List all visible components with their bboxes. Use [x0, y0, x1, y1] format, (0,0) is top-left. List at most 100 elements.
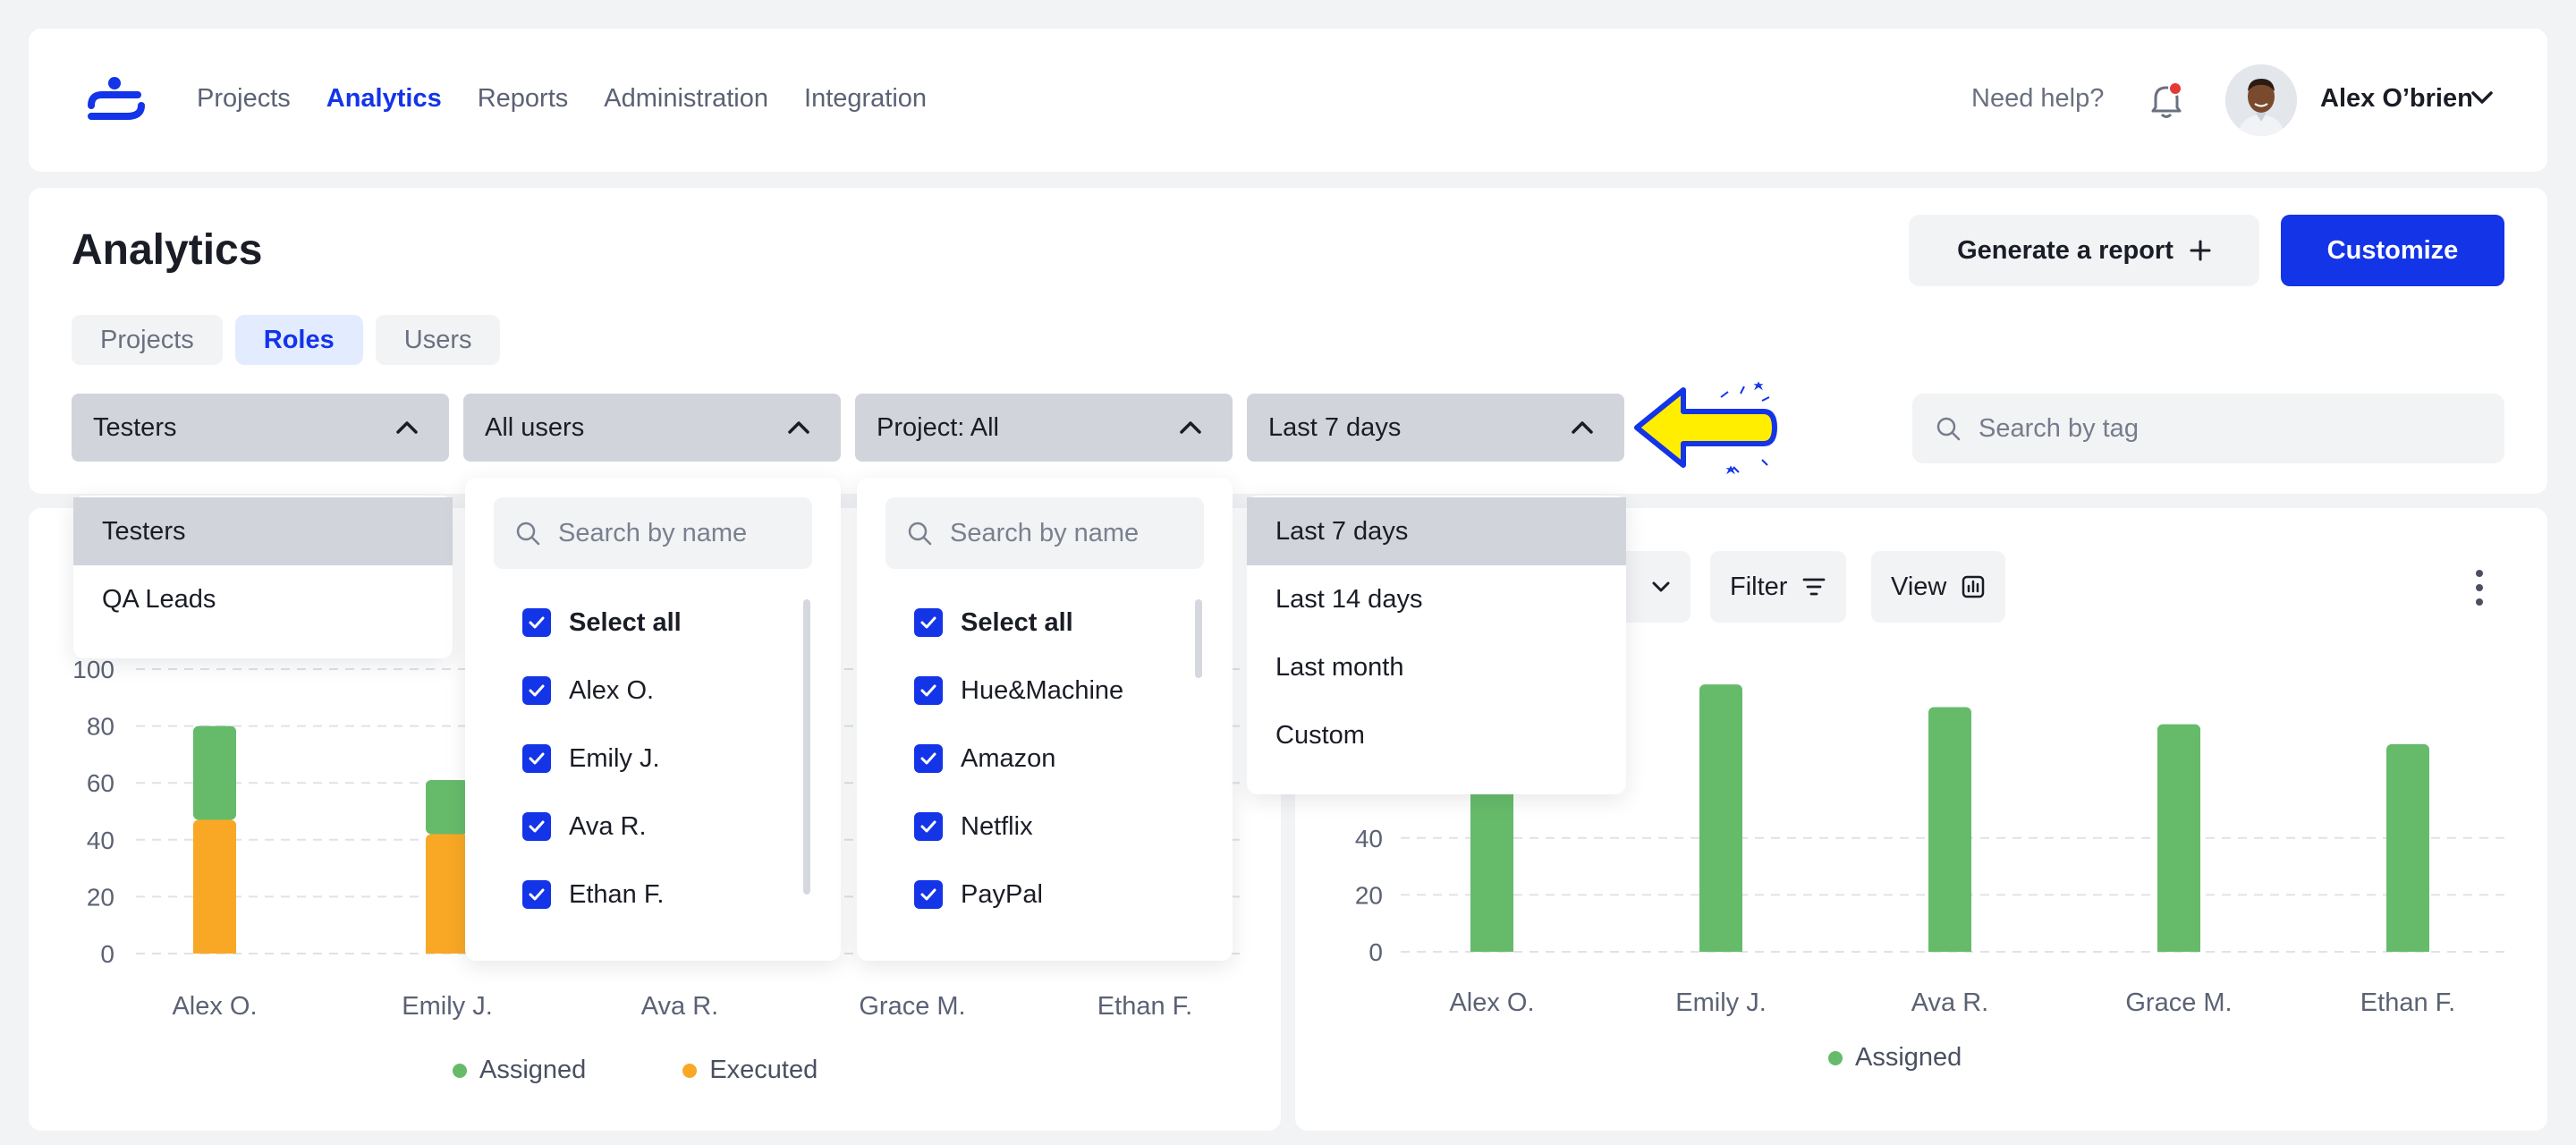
projects-scrollbar[interactable] [1195, 599, 1202, 678]
users-option[interactable]: Ethan F. [465, 861, 841, 929]
option-label: Alex O. [569, 675, 655, 705]
generate-report-button[interactable]: Generate a report [1909, 215, 2259, 286]
bar-base [2157, 945, 2200, 952]
checkbox-checked-icon[interactable] [914, 676, 943, 705]
role-option-qa-leads[interactable]: QA Leads [73, 565, 453, 633]
users-search-input[interactable]: Search by name [494, 497, 812, 569]
user-name[interactable]: Alex O’brien [2320, 84, 2473, 114]
tab-users[interactable]: Users [375, 315, 501, 365]
pointer-arrow-icon [1634, 381, 1777, 475]
option-label: Emily J. [569, 743, 660, 773]
bar-executed [426, 834, 469, 954]
bar-assigned [2157, 724, 2200, 952]
bar-base [2386, 945, 2429, 952]
search-by-tag-placeholder: Search by tag [1979, 413, 2139, 443]
app-logo-icon[interactable] [86, 75, 148, 123]
nav-integration[interactable]: Integration [804, 84, 927, 114]
y-tick-label: 20 [87, 883, 114, 911]
x-tick-label: Ethan F. [2360, 988, 2455, 1017]
executed-legend-dot [682, 1063, 698, 1078]
users-dropdown-menu: Search by name Select all Alex O. Emily … [465, 478, 841, 961]
option-label: Ava R. [569, 811, 647, 841]
x-tick-label: Ethan F. [1097, 992, 1192, 1021]
y-tick-label: 100 [72, 656, 114, 683]
x-tick-label: Emily J. [402, 992, 493, 1021]
project-filter-value: Project: All [877, 412, 999, 442]
nav-administration[interactable]: Administration [604, 84, 768, 114]
generate-report-label: Generate a report [1957, 235, 2174, 265]
checkbox-checked-icon[interactable] [522, 880, 551, 909]
projects-option[interactable]: PayPal [857, 861, 1233, 929]
nav-analytics[interactable]: Analytics [326, 84, 442, 114]
chevron-up-icon [396, 421, 418, 434]
users-filter-value: All users [485, 412, 585, 442]
legend-assigned: Assigned [479, 1056, 587, 1084]
y-tick-label: 60 [87, 769, 114, 797]
users-option[interactable]: Emily J. [465, 725, 841, 793]
customize-button[interactable]: Customize [2281, 215, 2504, 286]
checkbox-checked-icon[interactable] [522, 608, 551, 637]
projects-select-all[interactable]: Select all [857, 589, 1233, 657]
bar-assigned [426, 780, 469, 835]
checkbox-checked-icon[interactable] [522, 812, 551, 841]
main-nav: Projects Analytics Reports Administratio… [197, 84, 927, 114]
role-option-testers[interactable]: Testers [73, 497, 453, 565]
x-tick-label: Grace M. [2125, 988, 2232, 1017]
checkbox-checked-icon[interactable] [914, 744, 943, 773]
projects-search-input[interactable]: Search by name [886, 497, 1204, 569]
x-tick-label: Ava R. [1911, 988, 1989, 1017]
search-by-tag-input[interactable]: Search by tag [1912, 394, 2504, 463]
option-label: Amazon [961, 743, 1056, 773]
option-label: Netflix [961, 811, 1033, 841]
period-filter-value: Last 7 days [1268, 412, 1402, 442]
users-option[interactable]: Alex O. [465, 657, 841, 725]
projects-dropdown-menu: Search by name Select all Hue&Machine Am… [857, 478, 1233, 961]
bar-base [1699, 945, 1742, 952]
period-option-14-days[interactable]: Last 14 days [1247, 565, 1626, 633]
bar-base [193, 946, 236, 954]
period-dropdown-menu: Last 7 days Last 14 days Last month Cust… [1247, 496, 1626, 794]
project-filter-dropdown[interactable]: Project: All [855, 394, 1233, 462]
option-label: Ethan F. [569, 879, 665, 909]
user-avatar[interactable] [2225, 64, 2297, 136]
legend-executed: Executed [709, 1056, 818, 1084]
x-tick-label: Alex O. [1449, 988, 1534, 1017]
users-scrollbar[interactable] [803, 599, 810, 895]
help-link[interactable]: Need help? [1971, 84, 2104, 114]
notification-bell-icon[interactable] [2148, 81, 2184, 120]
checkbox-checked-icon[interactable] [914, 880, 943, 909]
checkbox-checked-icon[interactable] [914, 608, 943, 637]
period-option-custom[interactable]: Custom [1247, 701, 1626, 769]
users-option[interactable]: Ava R. [465, 793, 841, 861]
users-select-all[interactable]: Select all [465, 589, 841, 657]
assigned-legend-dot [1828, 1050, 1843, 1065]
checkbox-checked-icon[interactable] [914, 812, 943, 841]
nav-reports[interactable]: Reports [478, 84, 569, 114]
role-dropdown-menu: Testers QA Leads [73, 496, 453, 658]
chevron-up-icon [788, 421, 809, 434]
users-filter-dropdown[interactable]: All users [463, 394, 841, 462]
period-option-7-days[interactable]: Last 7 days [1247, 497, 1626, 565]
x-tick-label: Emily J. [1675, 988, 1767, 1017]
y-tick-label: 40 [1355, 825, 1383, 852]
chevron-up-icon [1572, 421, 1593, 434]
bar-assigned [1928, 707, 1971, 952]
period-filter-dropdown[interactable]: Last 7 days [1247, 394, 1624, 462]
nav-projects[interactable]: Projects [197, 84, 291, 114]
checkbox-checked-icon[interactable] [522, 744, 551, 773]
left-chart-legend: Assigned Executed [453, 1056, 818, 1085]
chevron-down-icon[interactable] [2470, 89, 2494, 106]
tab-projects[interactable]: Projects [72, 315, 223, 365]
right-chart-legend: Assigned [1828, 1043, 1962, 1073]
projects-option[interactable]: Netflix [857, 793, 1233, 861]
legend-assigned: Assigned [1855, 1043, 1962, 1072]
projects-option[interactable]: Hue&Machine [857, 657, 1233, 725]
bar-assigned [1699, 684, 1742, 952]
period-option-last-month[interactable]: Last month [1247, 633, 1626, 701]
tab-roles[interactable]: Roles [234, 315, 363, 365]
role-filter-dropdown[interactable]: Testers [72, 394, 449, 462]
search-icon [516, 522, 540, 546]
bar-assigned [1470, 786, 1513, 952]
projects-option[interactable]: Amazon [857, 725, 1233, 793]
checkbox-checked-icon[interactable] [522, 676, 551, 705]
